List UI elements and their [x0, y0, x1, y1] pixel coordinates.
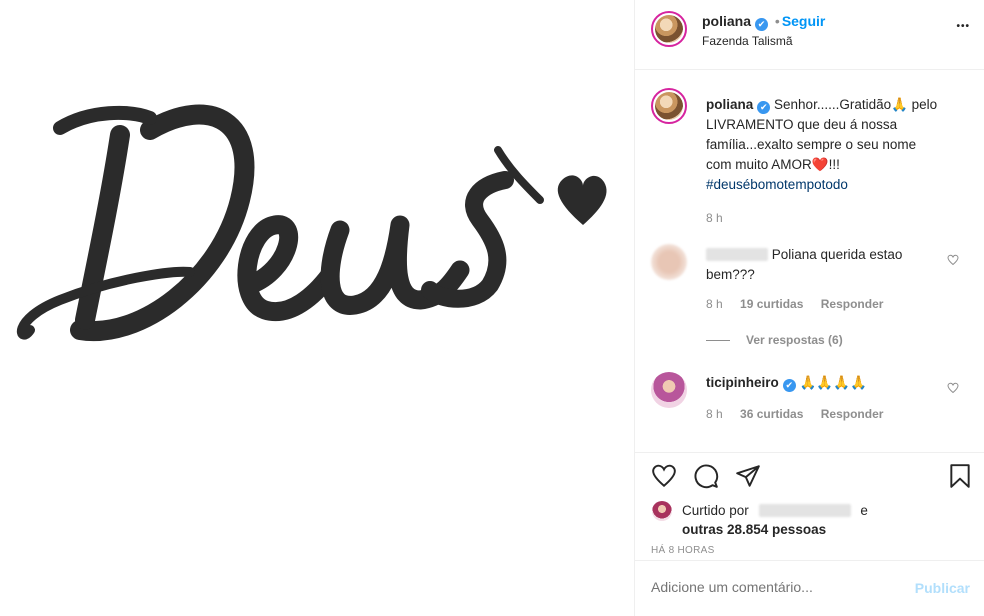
liked-by-prefix: Curtido por — [682, 503, 749, 518]
actions-section: Curtido por e outras 28.854 pessoas HÁ 8… — [635, 452, 984, 560]
comment-icon[interactable] — [693, 463, 719, 489]
bookmark-icon[interactable] — [947, 463, 973, 489]
follow-button[interactable]: Seguir — [782, 13, 826, 29]
header-user: poliana ✔ • Seguir — [702, 13, 825, 31]
reply-button[interactable]: Responder — [821, 297, 884, 311]
caption-verified-icon: ✔ — [757, 101, 771, 114]
caption-avatar[interactable] — [651, 88, 687, 124]
heart-outline-icon[interactable] — [947, 254, 959, 266]
caption-username[interactable]: poliana — [706, 97, 753, 112]
replies-line — [706, 340, 730, 342]
publish-button[interactable]: Publicar — [915, 580, 970, 596]
liker-avatar[interactable] — [652, 501, 672, 521]
comment-time[interactable]: 8 h — [706, 297, 723, 311]
comment-likes[interactable]: 36 curtidas — [740, 407, 803, 421]
comment-2: ticipinheiro ✔ 🙏🙏🙏🙏 8 h 36 curtidas Respo… — [635, 370, 984, 450]
view-replies-label: Ver respostas (6) — [746, 333, 843, 347]
comment-likes[interactable]: 19 curtidas — [740, 297, 803, 311]
caption-line4: com muito AMOR❤️!!! — [706, 157, 840, 172]
instagram-post: poliana ✔ • Seguir Fazenda Talismã ••• pol… — [0, 0, 984, 616]
hashtag-link[interactable]: #deusébomotempotodo — [706, 175, 968, 195]
comment-username[interactable]: ticipinheiro — [706, 375, 779, 390]
verified-icon: ✔ — [782, 379, 796, 392]
deus-lettering — [16, 104, 607, 342]
liked-by-suffix: e — [860, 503, 868, 518]
hidden-liker — [758, 504, 851, 517]
comment-avatar[interactable] — [651, 372, 687, 408]
caption-line3: família...exalto sempre o seu nome — [706, 137, 917, 152]
comment-line1: Poliana querida estao — [771, 247, 903, 262]
heart-icon[interactable] — [651, 463, 677, 489]
likes-count[interactable]: outras 28.854 pessoas — [682, 520, 868, 539]
caption-avatar-image — [655, 92, 683, 120]
comment-form: Publicar — [635, 560, 984, 616]
comment-body: 🙏🙏🙏🙏 — [799, 375, 867, 390]
avatar-image — [655, 15, 683, 43]
caption-line2: LIVRAMENTO que deu á nossa — [706, 117, 898, 132]
post-timestamp[interactable]: HÁ 8 HORAS — [651, 545, 715, 556]
separator-dot: • — [774, 13, 780, 29]
comment-meta: 8 h 19 curtidas Responder — [706, 297, 883, 311]
comment-input[interactable] — [651, 579, 901, 595]
comment-time[interactable]: 8 h — [706, 407, 723, 421]
hidden-username — [706, 248, 768, 261]
caption-text: poliana ✔ Senhor......Gratidão🙏 pelo LIVR… — [706, 95, 968, 228]
caption-time[interactable]: 8 h — [706, 208, 968, 228]
post-image[interactable] — [0, 0, 634, 616]
comment-line2: bem??? — [706, 267, 755, 282]
post-sidebar: poliana ✔ • Seguir Fazenda Talismã ••• pol… — [634, 0, 984, 616]
comment-text: ticipinheiro ✔ 🙏🙏🙏🙏 — [706, 373, 867, 393]
header-username[interactable]: poliana — [702, 13, 751, 29]
comment-1: Poliana querida estao bem??? 8 h 19 curt… — [635, 242, 984, 352]
post-header: poliana ✔ • Seguir Fazenda Talismã ••• — [635, 0, 984, 70]
comment-text: Poliana querida estao bem??? — [706, 245, 936, 285]
likes-summary: Curtido por e outras 28.854 pessoas — [682, 501, 868, 539]
heart-decoration — [557, 175, 607, 225]
share-icon[interactable] — [735, 463, 761, 489]
more-icon[interactable]: ••• — [956, 21, 970, 32]
caption-line1: Senhor......Gratidão🙏 pelo — [774, 97, 938, 112]
comment-avatar[interactable] — [651, 244, 687, 280]
location[interactable]: Fazenda Talismã — [702, 34, 793, 48]
verified-icon: ✔ — [755, 18, 769, 31]
avatar[interactable] — [651, 11, 687, 47]
view-replies-button[interactable]: Ver respostas (6) — [706, 333, 843, 347]
comment-meta: 8 h 36 curtidas Responder — [706, 407, 883, 421]
reply-button[interactable]: Responder — [821, 407, 884, 421]
heart-outline-icon[interactable] — [947, 382, 959, 394]
